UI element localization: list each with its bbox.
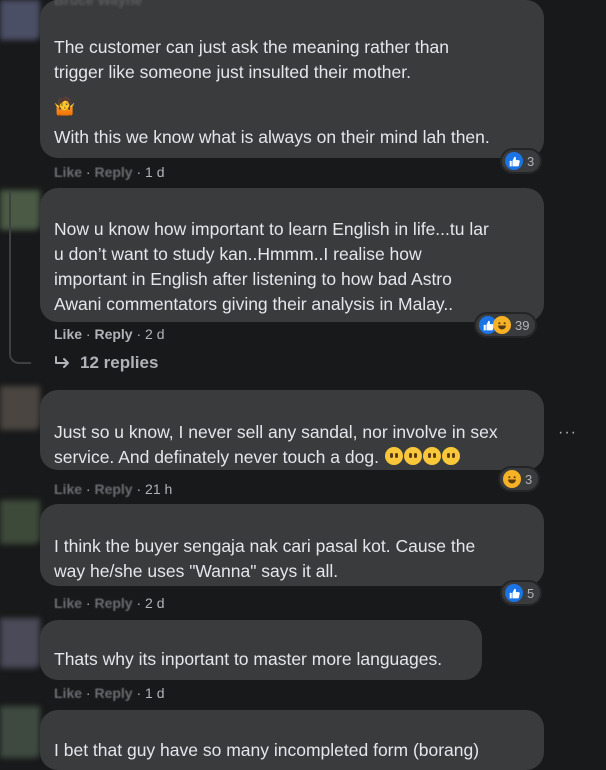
timestamp[interactable]: 1 d (145, 164, 164, 180)
reaction-summary[interactable]: 39 (476, 314, 536, 336)
avatar[interactable] (0, 0, 40, 40)
no-mouth-emoji (403, 447, 422, 465)
separator: · (85, 164, 91, 180)
comment-bubble: I think the buyer sengaja nak cari pasal… (40, 504, 544, 586)
haha-reaction-icon (493, 316, 511, 334)
no-mouth-emoji (422, 447, 441, 465)
comment-bubble: Just so u know, I never sell any sandal,… (40, 390, 544, 470)
comment-bubble: Now u know how important to learn Englis… (40, 188, 544, 322)
comment-text-line: The customer can just ask the meaning ra… (54, 37, 449, 57)
reaction-count: 3 (527, 153, 535, 169)
reaction-summary[interactable]: 3 (500, 468, 539, 490)
comment-text-line: way he/she uses "Wanna" says it all. (54, 561, 339, 581)
separator: · (136, 595, 142, 611)
comment-text-line: trigger like someone just insulted their… (54, 62, 411, 82)
like-link[interactable]: Like (54, 595, 82, 611)
thread-connector (9, 192, 31, 364)
view-replies-link[interactable]: 12 replies (54, 353, 158, 373)
like-reaction-icon (505, 152, 523, 170)
reply-link[interactable]: Reply (94, 595, 132, 611)
comment-text-line: Now u know how important to learn Englis… (54, 219, 489, 239)
reaction-count: 39 (515, 317, 530, 333)
comment-bubble: Bruce Wayne The customer can just ask th… (40, 0, 544, 158)
comment-text-line: I think the buyer sengaja nak cari pasal… (54, 536, 476, 556)
reaction-count: 5 (527, 585, 535, 601)
comment-text-line: service. And definately never touch a do… (54, 445, 460, 470)
comment-actions: Like · Reply · 1 d (54, 685, 165, 701)
reply-link[interactable]: Reply (94, 481, 132, 497)
separator: · (136, 685, 142, 701)
comment-bubble: Thats why its inportant to master more l… (40, 620, 482, 680)
comment-text-segment: service. And definately never touch a do… (54, 447, 379, 467)
separator: · (136, 481, 142, 497)
comment-text-line: Just so u know, I never sell any sandal,… (54, 422, 498, 442)
timestamp[interactable]: 2 d (145, 326, 164, 342)
comment-actions: Like · Reply · 21 h (54, 481, 172, 497)
separator: · (85, 326, 91, 342)
reply-link[interactable]: Reply (94, 164, 132, 180)
reaction-count: 3 (525, 471, 533, 487)
no-mouth-emoji (441, 447, 460, 465)
separator: · (85, 595, 91, 611)
comment-actions: Like · Reply · 2 d (54, 595, 165, 611)
shrug-emoji: 🤷 (54, 97, 76, 116)
reaction-summary[interactable]: 3 (502, 150, 541, 172)
like-link[interactable]: Like (54, 164, 82, 180)
comment-text-line: Thats why its inportant to master more l… (54, 649, 443, 669)
separator: · (85, 685, 91, 701)
comment-bubble: I bet that guy have so many incompleted … (40, 710, 544, 770)
comment-actions: Like · Reply · 1 d (54, 164, 165, 180)
reply-link[interactable]: Reply (94, 685, 132, 701)
replies-count-label: 12 replies (80, 353, 159, 372)
timestamp[interactable]: 21 h (145, 481, 172, 497)
haha-reaction-icon (503, 470, 521, 488)
avatar[interactable] (0, 500, 40, 544)
separator: · (136, 326, 142, 342)
separator: · (85, 481, 91, 497)
avatar[interactable] (0, 386, 40, 430)
like-link[interactable]: Like (54, 481, 82, 497)
timestamp[interactable]: 2 d (145, 595, 164, 611)
comment-text-line: With this we know what is always on thei… (54, 127, 490, 147)
like-link[interactable]: Like (54, 326, 82, 342)
reply-link[interactable]: Reply (94, 326, 132, 342)
like-link[interactable]: Like (54, 685, 82, 701)
comment-text-line: Awani commentators giving their analysis… (54, 294, 454, 314)
comment-text-line: important in English after listening to … (54, 269, 452, 289)
reaction-summary[interactable]: 5 (502, 582, 541, 604)
comment-actions: Like · Reply · 2 d (54, 326, 165, 342)
reply-arrow-icon (55, 356, 69, 368)
like-reaction-icon (505, 584, 523, 602)
avatar[interactable] (0, 618, 40, 668)
separator: · (136, 164, 142, 180)
comment-text-line: u don’t want to study kan..Hmmm..I reali… (54, 244, 422, 264)
timestamp[interactable]: 1 d (145, 685, 164, 701)
comment-author[interactable]: Bruce Wayne (54, 0, 142, 8)
avatar[interactable] (0, 706, 40, 758)
more-options-icon[interactable]: ··· (558, 424, 577, 442)
no-mouth-emoji (384, 447, 403, 465)
comment-text-line: I bet that guy have so many incompleted … (54, 740, 480, 760)
